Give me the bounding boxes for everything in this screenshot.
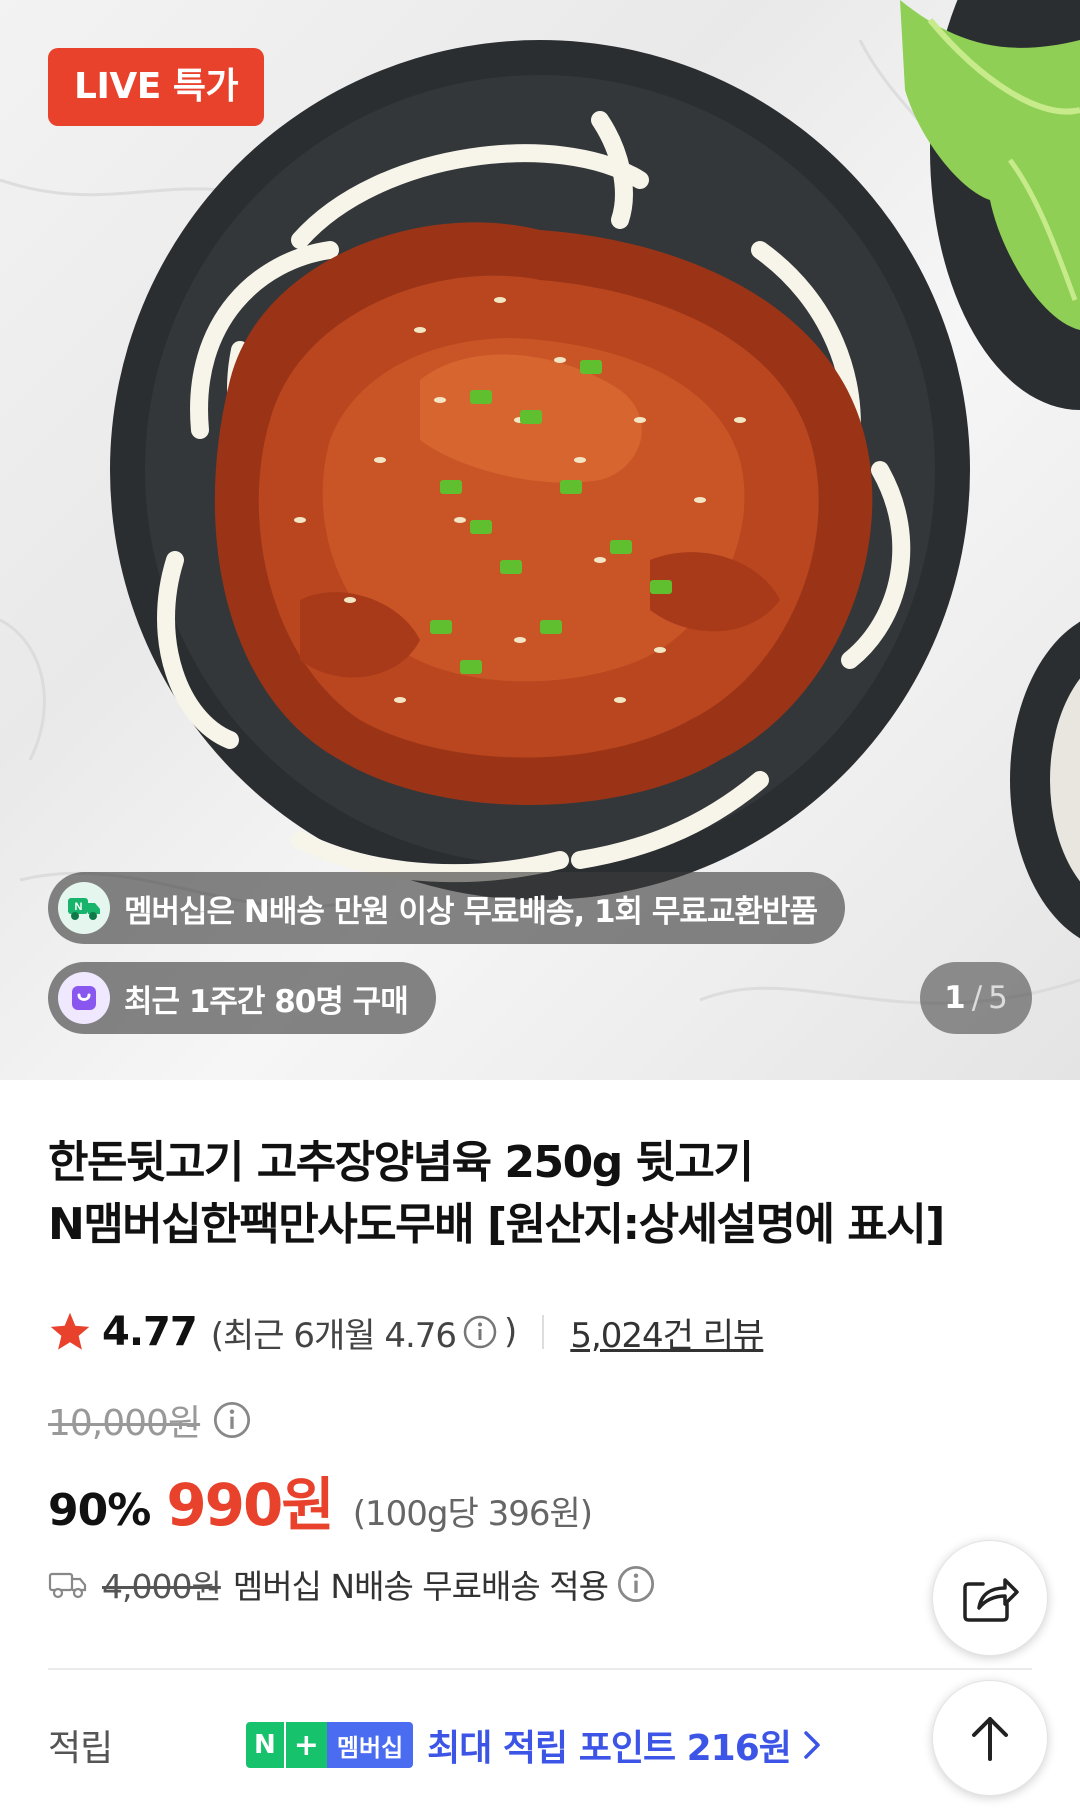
recent-rating-text: (최근 6개월 4.76: [210, 1315, 457, 1356]
product-title-line-2: N맴버십한팩만사도무배 [원산지:상세설명에 표시]: [48, 1199, 945, 1250]
live-special-badge: LIVE 특가: [48, 48, 265, 126]
svg-text:N: N: [75, 901, 83, 913]
rating-score: 4.77: [102, 1309, 198, 1355]
image-counter-current: 1: [944, 980, 966, 1016]
arrow-up-icon: [972, 1717, 1008, 1761]
membership-benefit-text: 멤버십은 N배송 만원 이상 무료배송, 1회 무료교환반품: [124, 893, 818, 930]
info-icon[interactable]: [462, 1314, 498, 1350]
info-icon[interactable]: [212, 1400, 252, 1440]
badge-n: N: [246, 1722, 284, 1768]
info-icon[interactable]: [616, 1564, 656, 1604]
unit-price: (100g당 396원): [352, 1494, 593, 1534]
image-counter-separator: /: [971, 980, 983, 1016]
product-title-line-1: 한돈뒷고기 고추장양념육 250g 뒷고기: [48, 1137, 754, 1188]
n-delivery-truck-icon: N: [58, 882, 110, 934]
shipping-fee: 4,000원: [102, 1567, 222, 1606]
share-icon: [963, 1578, 1019, 1622]
points-row[interactable]: 적립 N + 멤버십 최대 적립 포인트 216원: [48, 1715, 823, 1775]
original-price: 10,000원: [48, 1403, 201, 1444]
share-button[interactable]: [932, 1540, 1048, 1656]
shipping-description: 멤버십 N배송 무료배송 적용: [232, 1567, 609, 1606]
membership-benefit-pill[interactable]: N 멤버십은 N배송 만원 이상 무료배송, 1회 무료교환반품: [48, 872, 845, 944]
image-counter: 1 / 5: [920, 962, 1032, 1034]
shopping-bag-icon: [58, 972, 110, 1024]
chevron-right-icon: [804, 1731, 820, 1759]
recent-purchases-text: 최근 1주간 80명 구매: [124, 983, 409, 1020]
rating-row: 4.77 (최근 6개월 4.76 ) 5,024건 리뷰: [48, 1304, 764, 1360]
points-label: 적립: [48, 1728, 113, 1769]
star-icon: [50, 1312, 90, 1350]
shipping-row: 4,000원 멤버십 N배송 무료배송 적용: [48, 1556, 656, 1612]
image-counter-total: 5: [988, 980, 1008, 1016]
badge-plus: +: [283, 1722, 327, 1768]
sale-price: 990원: [166, 1471, 334, 1539]
recent-rating-close: ): [504, 1312, 517, 1352]
product-title: 한돈뒷고기 고추장양념육 250g 뒷고기 N맴버십한팩만사도무배 [원산지:상…: [48, 1132, 1028, 1256]
recent-purchases-pill: 최근 1주간 80명 구매: [48, 962, 436, 1034]
discount-rate: 90%: [48, 1485, 151, 1536]
section-divider: [48, 1668, 1032, 1670]
price-row: 90% 990원 (100g당 396원): [48, 1458, 593, 1539]
review-count-link[interactable]: 5,024건 리뷰: [570, 1308, 764, 1357]
truck-icon: [48, 1572, 87, 1599]
product-image-carousel[interactable]: LIVE 특가 N 멤버십은 N배송 만원 이상 무료배송, 1회 무료교환반품…: [0, 0, 1080, 1080]
badge-membership: 멤버십: [326, 1722, 414, 1768]
original-price-row: 10,000원: [48, 1392, 252, 1448]
scroll-to-top-button[interactable]: [932, 1680, 1048, 1796]
rating-divider: [542, 1315, 545, 1349]
nplus-membership-badge: N + 멤버십: [246, 1722, 414, 1768]
max-points-text: 최대 적립 포인트 216원: [427, 1728, 792, 1769]
